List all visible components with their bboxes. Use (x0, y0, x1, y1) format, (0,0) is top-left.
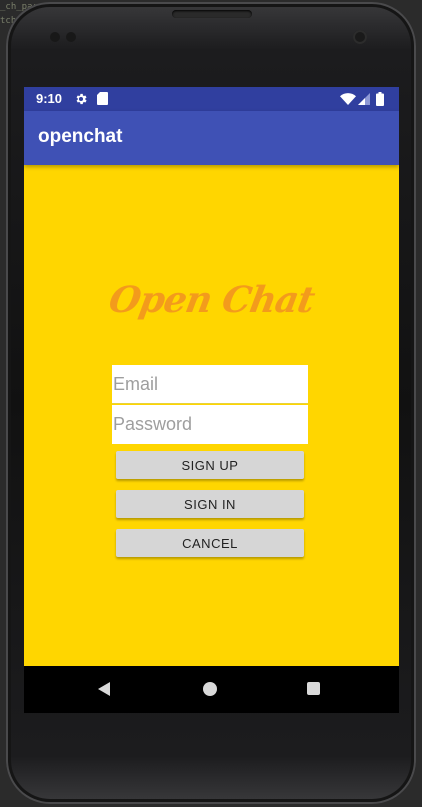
sign-in-button[interactable]: SIGN IN (116, 490, 304, 518)
back-icon[interactable] (98, 682, 110, 696)
cancel-button[interactable]: CANCEL (116, 529, 304, 557)
navigation-bar (24, 666, 399, 713)
sd-card-icon (97, 92, 108, 105)
status-time: 9:10 (36, 91, 63, 106)
app-bar: openchat (24, 111, 399, 165)
front-camera (353, 30, 367, 44)
emulator-stage: _ch_pars tch 9:10 openchat Open Chat Ema… (0, 0, 422, 807)
sign-up-button[interactable]: SIGN UP (116, 451, 304, 479)
proximity-sensor (50, 32, 60, 42)
status-bar: 9:10 (24, 87, 399, 111)
password-field[interactable] (112, 405, 308, 444)
recents-icon[interactable] (307, 682, 320, 695)
gear-icon (76, 93, 87, 105)
signal-icon (358, 93, 370, 105)
device-screen: 9:10 openchat Open Chat Email SIGN UP SI… (24, 87, 399, 713)
earpiece-speaker (172, 10, 252, 18)
open-chat-logo: Open Chat (105, 279, 318, 321)
wifi-icon (340, 93, 356, 105)
battery-icon (376, 92, 384, 106)
email-field[interactable] (112, 365, 308, 404)
app-title: openchat (38, 126, 123, 147)
light-sensor (66, 32, 76, 42)
home-icon[interactable] (203, 682, 217, 696)
